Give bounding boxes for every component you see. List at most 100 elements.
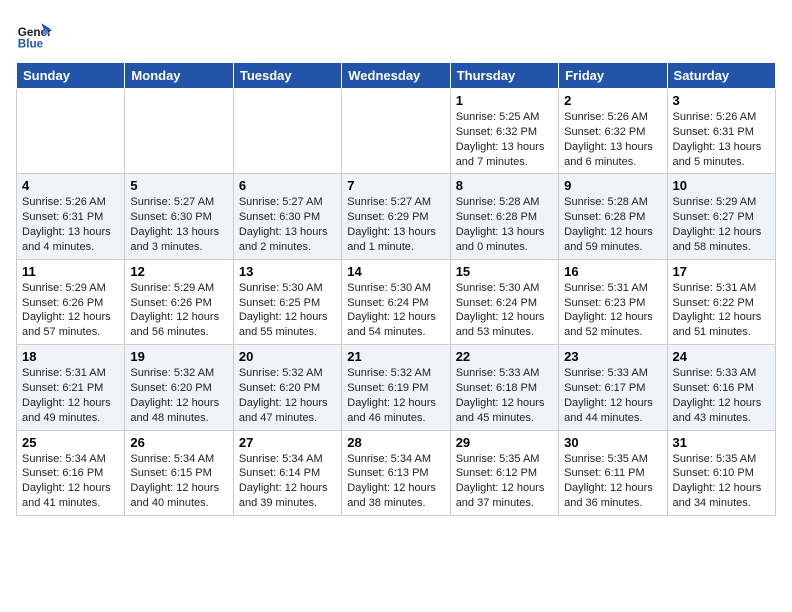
day-info: Sunrise: 5:31 AM Sunset: 6:21 PM Dayligh… bbox=[22, 366, 119, 425]
day-info: Sunrise: 5:34 AM Sunset: 6:16 PM Dayligh… bbox=[22, 452, 119, 511]
page-header: General Blue bbox=[16, 16, 776, 52]
calendar-cell: 27 Sunrise: 5:34 AM Sunset: 6:14 PM Dayli… bbox=[233, 430, 341, 515]
calendar-cell: 19 Sunrise: 5:32 AM Sunset: 6:20 PM Dayli… bbox=[125, 345, 233, 430]
day-info: Sunrise: 5:28 AM Sunset: 6:28 PM Dayligh… bbox=[564, 195, 661, 254]
calendar-header-saturday: Saturday bbox=[667, 63, 775, 89]
calendar-cell bbox=[233, 89, 341, 174]
day-info: Sunrise: 5:32 AM Sunset: 6:19 PM Dayligh… bbox=[347, 366, 444, 425]
calendar-cell bbox=[17, 89, 125, 174]
day-info: Sunrise: 5:35 AM Sunset: 6:11 PM Dayligh… bbox=[564, 452, 661, 511]
calendar-cell: 23 Sunrise: 5:33 AM Sunset: 6:17 PM Dayli… bbox=[559, 345, 667, 430]
day-info: Sunrise: 5:32 AM Sunset: 6:20 PM Dayligh… bbox=[130, 366, 227, 425]
day-number: 29 bbox=[456, 435, 553, 450]
calendar-cell: 10Sunrise: 5:29 AM Sunset: 6:27 PM Dayli… bbox=[667, 174, 775, 259]
calendar-cell: 14 Sunrise: 5:30 AM Sunset: 6:24 PM Dayli… bbox=[342, 259, 450, 344]
calendar-cell: 31 Sunrise: 5:35 AM Sunset: 6:10 PM Dayli… bbox=[667, 430, 775, 515]
day-info: Sunrise: 5:35 AM Sunset: 6:10 PM Dayligh… bbox=[673, 452, 770, 511]
day-number: 22 bbox=[456, 349, 553, 364]
calendar-cell: 3Sunrise: 5:26 AM Sunset: 6:31 PM Daylig… bbox=[667, 89, 775, 174]
day-info: Sunrise: 5:30 AM Sunset: 6:25 PM Dayligh… bbox=[239, 281, 336, 340]
day-info: Sunrise: 5:27 AM Sunset: 6:30 PM Dayligh… bbox=[130, 195, 227, 254]
calendar-cell: 4Sunrise: 5:26 AM Sunset: 6:31 PM Daylig… bbox=[17, 174, 125, 259]
day-number: 5 bbox=[130, 178, 227, 193]
calendar-cell: 13 Sunrise: 5:30 AM Sunset: 6:25 PM Dayli… bbox=[233, 259, 341, 344]
day-number: 31 bbox=[673, 435, 770, 450]
day-number: 18 bbox=[22, 349, 119, 364]
calendar-cell: 21 Sunrise: 5:32 AM Sunset: 6:19 PM Dayli… bbox=[342, 345, 450, 430]
day-info: Sunrise: 5:27 AM Sunset: 6:30 PM Dayligh… bbox=[239, 195, 336, 254]
calendar-cell: 16Sunrise: 5:31 AM Sunset: 6:23 PM Dayli… bbox=[559, 259, 667, 344]
logo-icon: General Blue bbox=[16, 16, 52, 52]
day-info: Sunrise: 5:34 AM Sunset: 6:14 PM Dayligh… bbox=[239, 452, 336, 511]
day-number: 28 bbox=[347, 435, 444, 450]
day-number: 16 bbox=[564, 264, 661, 279]
day-number: 17 bbox=[673, 264, 770, 279]
day-number: 24 bbox=[673, 349, 770, 364]
day-number: 20 bbox=[239, 349, 336, 364]
day-number: 21 bbox=[347, 349, 444, 364]
day-number: 2 bbox=[564, 93, 661, 108]
day-number: 14 bbox=[347, 264, 444, 279]
day-number: 13 bbox=[239, 264, 336, 279]
calendar-header-thursday: Thursday bbox=[450, 63, 558, 89]
day-info: Sunrise: 5:27 AM Sunset: 6:29 PM Dayligh… bbox=[347, 195, 444, 254]
calendar-table: SundayMondayTuesdayWednesdayThursdayFrid… bbox=[16, 62, 776, 516]
day-number: 27 bbox=[239, 435, 336, 450]
calendar-cell: 18 Sunrise: 5:31 AM Sunset: 6:21 PM Dayli… bbox=[17, 345, 125, 430]
day-info: Sunrise: 5:26 AM Sunset: 6:31 PM Dayligh… bbox=[673, 110, 770, 169]
calendar-cell: 24Sunrise: 5:33 AM Sunset: 6:16 PM Dayli… bbox=[667, 345, 775, 430]
calendar-cell: 1 Sunrise: 5:25 AM Sunset: 6:32 PM Daylig… bbox=[450, 89, 558, 174]
day-number: 6 bbox=[239, 178, 336, 193]
calendar-cell: 9 Sunrise: 5:28 AM Sunset: 6:28 PM Daylig… bbox=[559, 174, 667, 259]
day-number: 9 bbox=[564, 178, 661, 193]
day-info: Sunrise: 5:33 AM Sunset: 6:18 PM Dayligh… bbox=[456, 366, 553, 425]
day-info: Sunrise: 5:30 AM Sunset: 6:24 PM Dayligh… bbox=[347, 281, 444, 340]
calendar-cell: 20Sunrise: 5:32 AM Sunset: 6:20 PM Dayli… bbox=[233, 345, 341, 430]
calendar-header-friday: Friday bbox=[559, 63, 667, 89]
day-number: 7 bbox=[347, 178, 444, 193]
day-info: Sunrise: 5:25 AM Sunset: 6:32 PM Dayligh… bbox=[456, 110, 553, 169]
calendar-cell: 12 Sunrise: 5:29 AM Sunset: 6:26 PM Dayli… bbox=[125, 259, 233, 344]
day-info: Sunrise: 5:30 AM Sunset: 6:24 PM Dayligh… bbox=[456, 281, 553, 340]
calendar-cell: 5 Sunrise: 5:27 AM Sunset: 6:30 PM Daylig… bbox=[125, 174, 233, 259]
calendar-cell: 11 Sunrise: 5:29 AM Sunset: 6:26 PM Dayli… bbox=[17, 259, 125, 344]
calendar-week-row: 18 Sunrise: 5:31 AM Sunset: 6:21 PM Dayli… bbox=[17, 345, 776, 430]
day-info: Sunrise: 5:29 AM Sunset: 6:26 PM Dayligh… bbox=[130, 281, 227, 340]
calendar-week-row: 11 Sunrise: 5:29 AM Sunset: 6:26 PM Dayli… bbox=[17, 259, 776, 344]
calendar-cell: 28 Sunrise: 5:34 AM Sunset: 6:13 PM Dayli… bbox=[342, 430, 450, 515]
day-number: 19 bbox=[130, 349, 227, 364]
calendar-header-sunday: Sunday bbox=[17, 63, 125, 89]
calendar-cell: 22 Sunrise: 5:33 AM Sunset: 6:18 PM Dayli… bbox=[450, 345, 558, 430]
day-info: Sunrise: 5:29 AM Sunset: 6:26 PM Dayligh… bbox=[22, 281, 119, 340]
day-number: 1 bbox=[456, 93, 553, 108]
calendar-cell: 26 Sunrise: 5:34 AM Sunset: 6:15 PM Dayli… bbox=[125, 430, 233, 515]
day-number: 25 bbox=[22, 435, 119, 450]
calendar-header-wednesday: Wednesday bbox=[342, 63, 450, 89]
calendar-header-tuesday: Tuesday bbox=[233, 63, 341, 89]
logo: General Blue bbox=[16, 16, 56, 52]
calendar-cell: 7 Sunrise: 5:27 AM Sunset: 6:29 PM Daylig… bbox=[342, 174, 450, 259]
calendar-cell: 25 Sunrise: 5:34 AM Sunset: 6:16 PM Dayli… bbox=[17, 430, 125, 515]
day-number: 12 bbox=[130, 264, 227, 279]
day-info: Sunrise: 5:26 AM Sunset: 6:32 PM Dayligh… bbox=[564, 110, 661, 169]
calendar-cell: 8Sunrise: 5:28 AM Sunset: 6:28 PM Daylig… bbox=[450, 174, 558, 259]
day-info: Sunrise: 5:35 AM Sunset: 6:12 PM Dayligh… bbox=[456, 452, 553, 511]
day-info: Sunrise: 5:29 AM Sunset: 6:27 PM Dayligh… bbox=[673, 195, 770, 254]
day-info: Sunrise: 5:34 AM Sunset: 6:15 PM Dayligh… bbox=[130, 452, 227, 511]
calendar-cell: 17 Sunrise: 5:31 AM Sunset: 6:22 PM Dayli… bbox=[667, 259, 775, 344]
calendar-cell: 30Sunrise: 5:35 AM Sunset: 6:11 PM Dayli… bbox=[559, 430, 667, 515]
calendar-week-row: 25 Sunrise: 5:34 AM Sunset: 6:16 PM Dayli… bbox=[17, 430, 776, 515]
svg-text:Blue: Blue bbox=[18, 38, 44, 51]
day-number: 26 bbox=[130, 435, 227, 450]
day-info: Sunrise: 5:31 AM Sunset: 6:22 PM Dayligh… bbox=[673, 281, 770, 340]
day-number: 23 bbox=[564, 349, 661, 364]
calendar-cell bbox=[125, 89, 233, 174]
calendar-week-row: 1 Sunrise: 5:25 AM Sunset: 6:32 PM Daylig… bbox=[17, 89, 776, 174]
day-info: Sunrise: 5:34 AM Sunset: 6:13 PM Dayligh… bbox=[347, 452, 444, 511]
calendar-cell bbox=[342, 89, 450, 174]
day-info: Sunrise: 5:33 AM Sunset: 6:17 PM Dayligh… bbox=[564, 366, 661, 425]
day-info: Sunrise: 5:26 AM Sunset: 6:31 PM Dayligh… bbox=[22, 195, 119, 254]
calendar-cell: 15Sunrise: 5:30 AM Sunset: 6:24 PM Dayli… bbox=[450, 259, 558, 344]
calendar-cell: 6 Sunrise: 5:27 AM Sunset: 6:30 PM Daylig… bbox=[233, 174, 341, 259]
day-number: 11 bbox=[22, 264, 119, 279]
